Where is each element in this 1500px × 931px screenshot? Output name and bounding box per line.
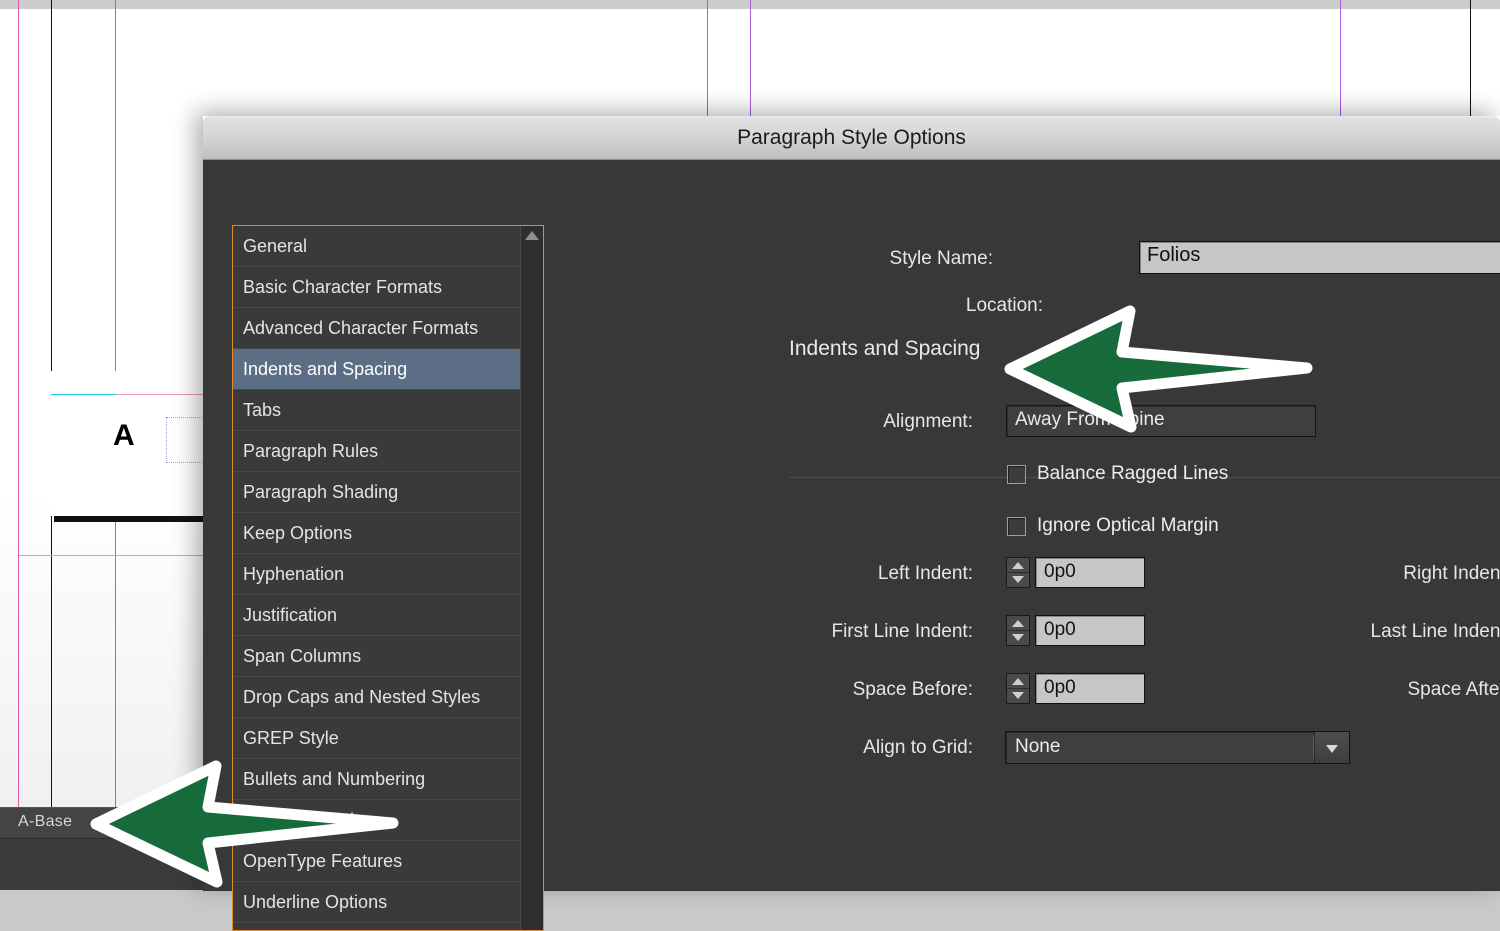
dialog-titlebar[interactable]: Paragraph Style Options <box>203 116 1500 160</box>
sidebar-item-label: Paragraph Rules <box>243 441 379 461</box>
sidebar-item-label: Basic Character Formats <box>243 277 443 297</box>
space-before-label: Space Before: <box>852 679 973 700</box>
pages-panel-body <box>0 839 208 890</box>
sidebar-item-label: Justification <box>243 605 338 625</box>
first-line-indent-input[interactable]: 0p0 <box>1035 615 1145 646</box>
pages-panel-row-a-base[interactable]: A-Base <box>0 808 208 839</box>
stepper-down-icon[interactable] <box>1012 692 1024 699</box>
sidebar-item-span-columns[interactable]: Span Columns <box>233 636 521 677</box>
first-line-indent-label: First Line Indent: <box>831 621 973 642</box>
left-indent-label: Left Indent: <box>877 563 973 584</box>
category-list-panel: General Basic Character Formats Advanced C… <box>232 225 544 931</box>
space-before-stepper[interactable] <box>1006 673 1030 704</box>
sidebar-item-label: Indents and Spacing <box>243 359 408 379</box>
guide-vertical-bleed-left <box>18 371 19 561</box>
sidebar-item-hyphenation[interactable]: Hyphenation <box>233 554 521 595</box>
sidebar-item-underline-options[interactable]: Underline Options <box>233 882 521 923</box>
sidebar-item-label: OpenType Features <box>243 851 403 871</box>
sidebar-item-label: Hyphenation <box>243 564 345 584</box>
sidebar-item-tabs[interactable]: Tabs <box>233 390 521 431</box>
sidebar-item-justification[interactable]: Justification <box>233 595 521 636</box>
sidebar-item-label: GREP Style <box>243 728 339 748</box>
alignment-dropdown[interactable]: Away From Spine <box>1006 405 1316 437</box>
first-line-indent-stepper[interactable] <box>1006 615 1030 646</box>
stepper-divider <box>1007 630 1029 631</box>
sidebar-item-basic-character-formats[interactable]: Basic Character Formats <box>233 267 521 308</box>
left-indent-input[interactable]: 0p0 <box>1035 557 1145 588</box>
guide-vertical-column-d <box>1340 0 1341 116</box>
pages-panel[interactable]: A-Base <box>0 807 208 890</box>
left-indent-stepper[interactable] <box>1006 557 1030 588</box>
dialog-body: General Basic Character Formats Advanced C… <box>203 160 1500 931</box>
sidebar-item-label: Advanced Character Formats <box>243 318 479 338</box>
stepper-down-icon[interactable] <box>1012 576 1024 583</box>
location-label: Location: <box>965 295 1043 316</box>
right-indent-label: Right Indent: <box>1403 563 1500 584</box>
sidebar-item-label: Span Columns <box>243 646 362 666</box>
sidebar-item-label: General <box>243 236 308 256</box>
align-to-grid-value: None <box>1015 736 1061 757</box>
balance-ragged-lines-label: Balance Ragged Lines <box>1037 463 1229 484</box>
style-name-label: Style Name: <box>889 248 993 269</box>
stepper-up-icon[interactable] <box>1012 562 1024 569</box>
sidebar-item-keep-options[interactable]: Keep Options <box>233 513 521 554</box>
balance-ragged-lines-checkbox[interactable] <box>1007 465 1026 484</box>
style-name-input[interactable]: Folios <box>1139 241 1500 274</box>
sidebar-item-paragraph-shading[interactable]: Paragraph Shading <box>233 472 521 513</box>
options-pane: Style Name: Folios Location: Indents and… <box>563 215 1500 891</box>
guide-vertical-column-b <box>707 0 708 122</box>
guide-horizontal-baseline <box>51 394 115 395</box>
stepper-up-icon[interactable] <box>1012 620 1024 627</box>
sidebar-item-advanced-character-formats[interactable]: Advanced Character Formats <box>233 308 521 349</box>
page-letter: A <box>113 419 135 452</box>
sidebar-item-general[interactable]: General <box>233 226 521 267</box>
sidebar-item-grep-style[interactable]: GREP Style <box>233 718 521 759</box>
sidebar-item-bullets-and-numbering[interactable]: Bullets and Numbering <box>233 759 521 800</box>
sidebar-item-label: Tabs <box>243 400 282 420</box>
align-to-grid-label: Align to Grid: <box>863 737 973 758</box>
alignment-label: Alignment: <box>883 411 973 432</box>
space-before-input[interactable]: 0p0 <box>1035 673 1145 704</box>
sidebar-item-paragraph-rules[interactable]: Paragraph Rules <box>233 431 521 472</box>
ignore-optical-margin-label: Ignore Optical Margin <box>1037 515 1219 536</box>
sidebar-item-label: Underline Options <box>243 892 388 912</box>
space-after-label: Space After: <box>1407 679 1500 700</box>
paragraph-style-options-dialog: Paragraph Style Options General Basic Cha… <box>203 116 1500 931</box>
guide-vertical-column-c <box>750 0 751 122</box>
last-line-indent-label: Last Line Indent: <box>1370 621 1500 642</box>
scroll-up-arrow-icon[interactable] <box>525 231 539 240</box>
stepper-up-icon[interactable] <box>1012 678 1024 685</box>
sidebar-item-opentype-features[interactable]: OpenType Features <box>233 841 521 882</box>
dialog-title: Paragraph Style Options <box>737 126 966 149</box>
stepper-divider <box>1007 688 1029 689</box>
section-title: Indents and Spacing <box>789 337 981 360</box>
ignore-optical-margin-checkbox[interactable] <box>1007 517 1026 536</box>
stepper-down-icon[interactable] <box>1012 634 1024 641</box>
sidebar-item-indents-and-spacing[interactable]: Indents and Spacing <box>233 349 521 390</box>
category-list-scrollbar[interactable] <box>520 226 543 930</box>
align-to-grid-dropdown[interactable]: None <box>1005 731 1350 764</box>
sidebar-item-character-color[interactable]: Character Color <box>233 800 521 841</box>
sidebar-item-label: Paragraph Shading <box>243 482 399 502</box>
stepper-divider <box>1007 572 1029 573</box>
category-list[interactable]: General Basic Character Formats Advanced C… <box>233 226 521 930</box>
sidebar-item-label: Bullets and Numbering <box>243 769 426 789</box>
sidebar-item-label: Keep Options <box>243 523 353 543</box>
sidebar-item-drop-caps-and-nested-styles[interactable]: Drop Caps and Nested Styles <box>233 677 521 718</box>
guide-vertical-page-edge-right <box>1470 0 1471 116</box>
sidebar-item-label: Drop Caps and Nested Styles <box>243 687 481 707</box>
master-page-label: A-Base <box>18 813 73 830</box>
chevron-down-icon[interactable] <box>1314 732 1349 763</box>
sidebar-item-label: Character Color <box>243 810 371 830</box>
